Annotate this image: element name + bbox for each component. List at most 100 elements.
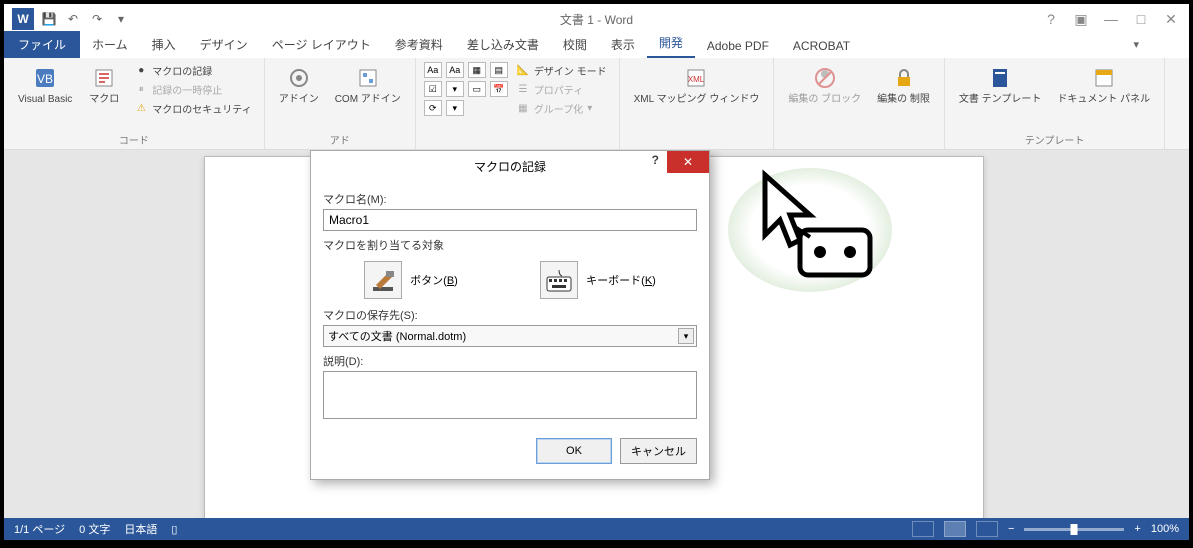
zoom-out-button[interactable]: − — [1008, 523, 1014, 535]
zoom-thumb[interactable] — [1071, 524, 1078, 535]
block-authors-label: 編集の ブロック — [788, 94, 861, 105]
design-mode-button[interactable]: 📐デザイン モード — [512, 62, 611, 79]
tab-design[interactable]: デザイン — [188, 31, 260, 58]
assign-to-label: マクロを割り当てる対象 — [323, 237, 697, 253]
repeating-control[interactable]: ⟳ — [424, 100, 442, 116]
tab-acrobat[interactable]: ACROBAT — [781, 34, 862, 58]
undo-icon[interactable]: ↶ — [64, 10, 82, 28]
web-layout-button[interactable] — [976, 521, 998, 537]
close-button[interactable]: ✕ — [1163, 11, 1179, 27]
pause-recording-button: ⏸記録の一時停止 — [130, 81, 255, 98]
save-in-label: マクロの保存先(S): — [323, 307, 697, 323]
document-panel-button[interactable]: ドキュメント パネル — [1051, 62, 1156, 130]
xml-icon: XML — [684, 66, 708, 90]
ribbon: VB Visual Basic マクロ ●マクロの記録 ⏸記録の一時停止 ⚠マク… — [4, 58, 1189, 150]
word-count[interactable]: 0 文字 — [79, 521, 110, 537]
restrict-editing-button[interactable]: 編集の 制限 — [871, 62, 936, 145]
quick-access-toolbar: W 💾 ↶ ↷ ▾ — [4, 8, 130, 30]
dialog-help-button[interactable]: ? — [652, 153, 659, 167]
tab-view[interactable]: 表示 — [599, 31, 647, 58]
picture-control[interactable]: ▦ — [468, 62, 486, 78]
tab-layout[interactable]: ページ レイアウト — [260, 31, 383, 58]
properties-button: ☰プロパティ — [512, 81, 611, 98]
maximize-button[interactable]: □ — [1133, 11, 1149, 27]
xml-mapping-label: XML マッピング ウィンドウ — [634, 94, 760, 105]
legacy-control[interactable]: ▾ — [446, 100, 464, 116]
date-control[interactable]: 📅 — [490, 81, 508, 97]
chevron-down-icon: ▾ — [678, 328, 694, 344]
help-icon[interactable]: ? — [1043, 11, 1059, 27]
description-textarea[interactable] — [323, 371, 697, 419]
panel-icon — [1092, 66, 1116, 90]
dialog-close-button[interactable]: ✕ — [667, 151, 709, 173]
svg-text:XML: XML — [688, 75, 705, 84]
save-in-select[interactable]: すべての文書 (Normal.dotm) ▾ — [323, 325, 697, 347]
language-indicator[interactable]: 日本語 — [124, 521, 157, 537]
print-layout-button[interactable] — [944, 521, 966, 537]
save-icon[interactable]: 💾 — [40, 10, 58, 28]
com-addins-button[interactable]: COM アドイン — [329, 62, 407, 130]
addins-button[interactable]: アドイン — [273, 62, 325, 130]
tab-file[interactable]: ファイル — [4, 31, 80, 58]
ribbon-group-mapping: XML XML マッピング ウィンドウ — [620, 58, 775, 149]
macro-recording-indicator[interactable]: ▯ — [171, 523, 177, 536]
group-label-protect — [782, 145, 936, 147]
tab-home[interactable]: ホーム — [80, 31, 140, 58]
record-macro-button[interactable]: ●マクロの記録 — [130, 62, 255, 79]
ribbon-group-protect: 編集の ブロック 編集の 制限 — [774, 58, 945, 149]
checkbox-control[interactable]: ☑ — [424, 81, 442, 97]
document-template-button[interactable]: 文書 テンプレート — [953, 62, 1047, 130]
zoom-slider[interactable] — [1024, 528, 1124, 531]
macros-button[interactable]: マクロ — [82, 62, 126, 130]
pause-icon: ⏸ — [134, 83, 148, 97]
ribbon-group-addins: アドイン COM アドイン アド — [265, 58, 416, 149]
macros-label: マクロ — [89, 94, 119, 105]
cancel-button[interactable]: キャンセル — [620, 438, 697, 464]
gear-icon — [287, 66, 311, 90]
macro-name-input[interactable] — [323, 209, 697, 231]
minimize-button[interactable]: — — [1103, 11, 1119, 27]
hammer-icon — [364, 261, 402, 299]
plain-text-control[interactable]: Aa — [446, 62, 464, 78]
com-addins-icon — [356, 66, 380, 90]
visual-basic-label: Visual Basic — [18, 94, 72, 105]
dropdown-control[interactable]: ▭ — [468, 81, 486, 97]
assign-keyboard-label: キーボード(K) — [586, 272, 656, 288]
macro-name-label: マクロ名(M): — [323, 191, 697, 207]
lock-icon — [892, 66, 916, 90]
addins-label: アドイン — [279, 94, 319, 105]
page-number[interactable]: 1/1 ページ — [14, 521, 65, 537]
visual-basic-button[interactable]: VB Visual Basic — [12, 62, 78, 130]
rich-text-control[interactable]: Aa — [424, 62, 442, 78]
block-authors-button: 編集の ブロック — [782, 62, 867, 145]
record-icon: ● — [134, 64, 148, 78]
read-mode-button[interactable] — [912, 521, 934, 537]
redo-icon[interactable]: ↷ — [88, 10, 106, 28]
tab-developer[interactable]: 開発 — [647, 29, 695, 58]
zoom-level[interactable]: 100% — [1151, 523, 1179, 535]
xml-mapping-button[interactable]: XML XML マッピング ウィンドウ — [628, 62, 766, 145]
description-label: 説明(D): — [323, 353, 697, 369]
dialog-title-bar[interactable]: マクロの記録 ? ✕ — [311, 151, 709, 181]
ribbon-group-code: VB Visual Basic マクロ ●マクロの記録 ⏸記録の一時停止 ⚠マク… — [4, 58, 265, 149]
group-label-addins: アド — [273, 130, 407, 147]
assign-keyboard-option[interactable]: キーボード(K) — [540, 261, 656, 299]
recording-cursor-illustration — [725, 165, 895, 295]
macros-icon — [92, 66, 116, 90]
tab-mailings[interactable]: 差し込み文書 — [455, 31, 551, 58]
tab-insert[interactable]: 挿入 — [140, 31, 188, 58]
tab-references[interactable]: 参考資料 — [383, 31, 455, 58]
tab-adobe-pdf[interactable]: Adobe PDF — [695, 34, 781, 58]
ok-button[interactable]: OK — [536, 438, 612, 464]
combo-control[interactable]: ▾ — [446, 81, 464, 97]
tab-review[interactable]: 校閲 — [551, 31, 599, 58]
group-icon: ▦ — [516, 102, 530, 116]
building-block-control[interactable]: ▤ — [490, 62, 508, 78]
ribbon-display-icon[interactable]: ▣ — [1073, 11, 1089, 27]
ribbon-collapse-icon[interactable]: ▾ — [1133, 38, 1139, 51]
zoom-in-button[interactable]: + — [1134, 523, 1140, 535]
assign-button-option[interactable]: ボタン(B) — [364, 261, 458, 299]
qat-dropdown-icon[interactable]: ▾ — [112, 10, 130, 28]
macro-security-button[interactable]: ⚠マクロのセキュリティ — [130, 100, 255, 117]
ruler-icon: 📐 — [516, 64, 530, 78]
